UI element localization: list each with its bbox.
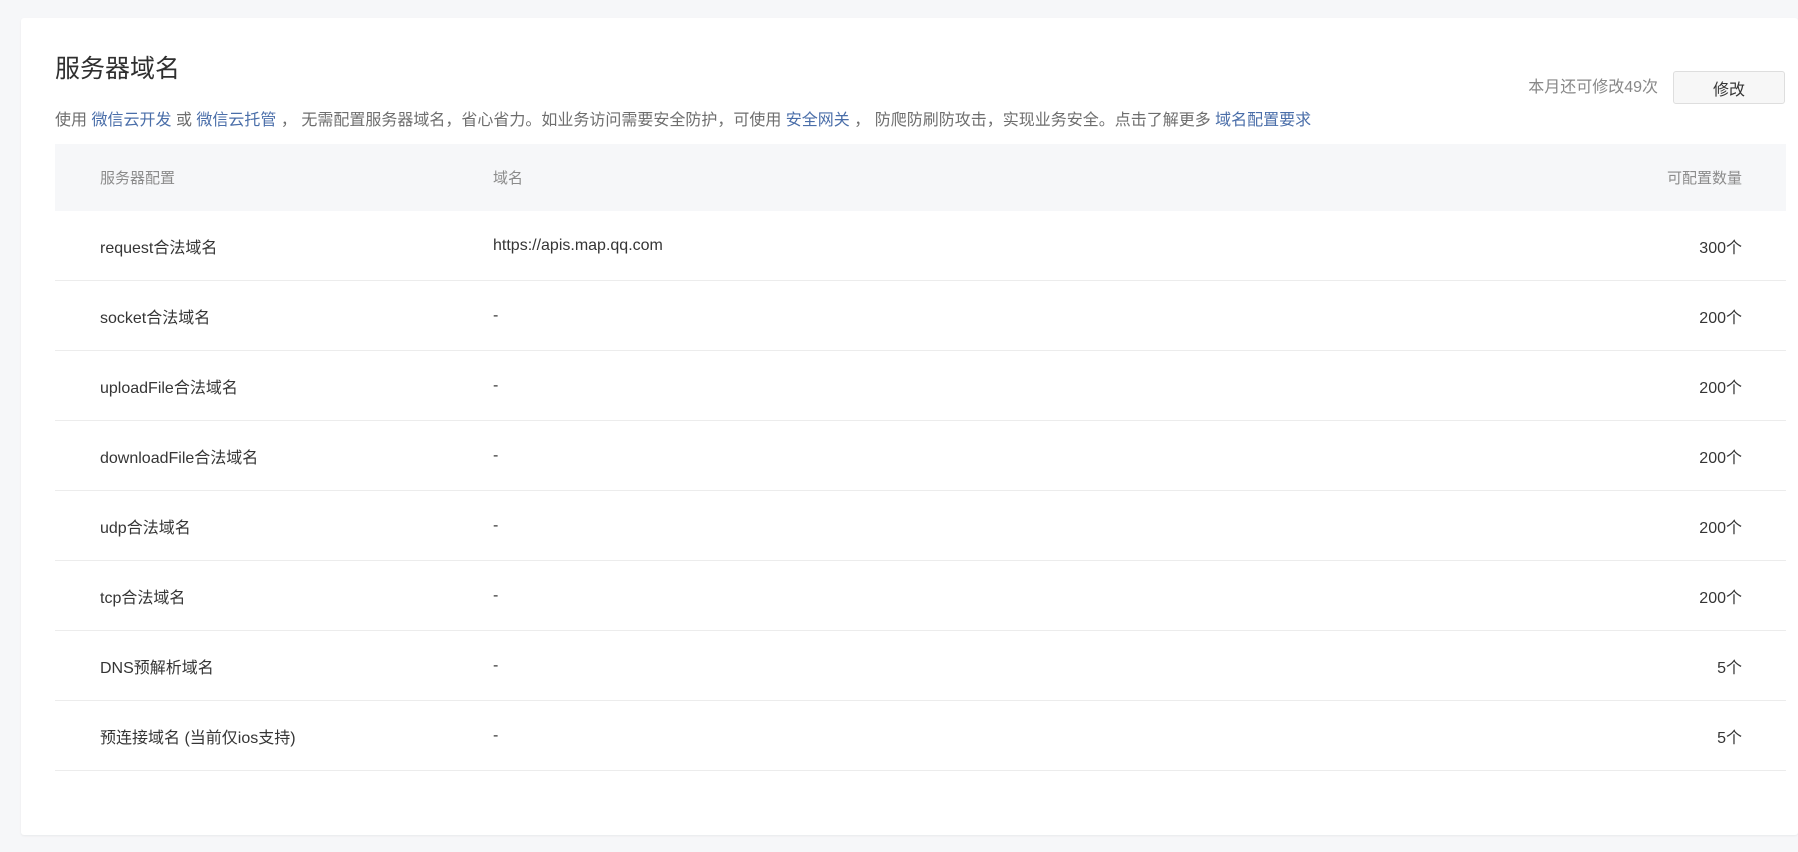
config-cell: downloadFile合法域名 [55, 420, 493, 491]
modify-button[interactable]: 修改 [1673, 71, 1785, 104]
cloud-dev-link[interactable]: 微信云开发 [91, 112, 171, 129]
table-row: socket合法域名 - 200个 [55, 280, 1786, 351]
count-cell: 5个 [1442, 630, 1786, 701]
config-cell: 预连接域名 (当前仅ios支持) [55, 700, 493, 771]
table-row: request合法域名 https://apis.map.qq.com 300个 [55, 211, 1786, 281]
domain-cell: - [493, 420, 1442, 491]
domain-cell: - [493, 350, 1442, 421]
column-header-domain: 域名 [493, 170, 524, 187]
config-cell: tcp合法域名 [55, 560, 493, 631]
count-cell: 200个 [1442, 560, 1786, 631]
table-row: DNS预解析域名 - 5个 [55, 630, 1786, 701]
server-domain-card: 服务器域名 本月还可修改49次 修改 使用 微信云开发 或 微信云托管 ， 无需… [21, 18, 1798, 835]
domain-cell: - [493, 700, 1442, 771]
table-header-row: 服务器配置 域名 可配置数量 [55, 144, 1786, 211]
section-title: 服务器域名 [55, 55, 181, 83]
count-cell: 200个 [1442, 420, 1786, 491]
security-gateway-link[interactable]: 安全网关 [786, 112, 850, 129]
domain-cell: https://apis.map.qq.com [493, 211, 1442, 281]
domain-cell: - [493, 490, 1442, 561]
desc-prefix: 使用 [55, 112, 88, 129]
table-row: uploadFile合法域名 - 200个 [55, 350, 1786, 421]
column-header-count: 可配置数量 [1666, 170, 1742, 187]
config-cell: socket合法域名 [55, 280, 493, 351]
table-row: tcp合法域名 - 200个 [55, 560, 1786, 631]
domain-cell: - [493, 560, 1442, 631]
domain-table: 服务器配置 域名 可配置数量 request合法域名 https://apis.… [55, 144, 1786, 771]
config-cell: uploadFile合法域名 [55, 350, 493, 421]
count-cell: 200个 [1442, 490, 1786, 561]
count-cell: 200个 [1442, 350, 1786, 421]
table-row: 预连接域名 (当前仅ios支持) - 5个 [55, 700, 1786, 771]
modify-quota-text: 本月还可修改49次 [1528, 79, 1658, 96]
config-cell: DNS预解析域名 [55, 630, 493, 701]
domain-cell: - [493, 280, 1442, 351]
domain-requirements-link[interactable]: 域名配置要求 [1215, 112, 1311, 129]
table-row: downloadFile合法域名 - 200个 [55, 420, 1786, 491]
config-cell: udp合法域名 [55, 490, 493, 561]
count-cell: 300个 [1442, 211, 1786, 281]
domain-cell: - [493, 630, 1442, 701]
count-cell: 200个 [1442, 280, 1786, 351]
desc-middle-2: ， 防爬防刷防攻击，实现业务安全。点击了解更多 [854, 112, 1211, 129]
desc-middle: ， 无需配置服务器域名，省心省力。如业务访问需要安全防护，可使用 [280, 112, 782, 129]
column-header-config: 服务器配置 [100, 170, 176, 187]
count-cell: 5个 [1442, 700, 1786, 771]
table-row: udp合法域名 - 200个 [55, 490, 1786, 561]
section-description: 使用 微信云开发 或 微信云托管 ， 无需配置服务器域名，省心省力。如业务访问需… [55, 110, 1311, 132]
desc-or: 或 [175, 112, 192, 129]
config-cell: request合法域名 [55, 211, 493, 281]
cloud-hosting-link[interactable]: 微信云托管 [196, 112, 276, 129]
